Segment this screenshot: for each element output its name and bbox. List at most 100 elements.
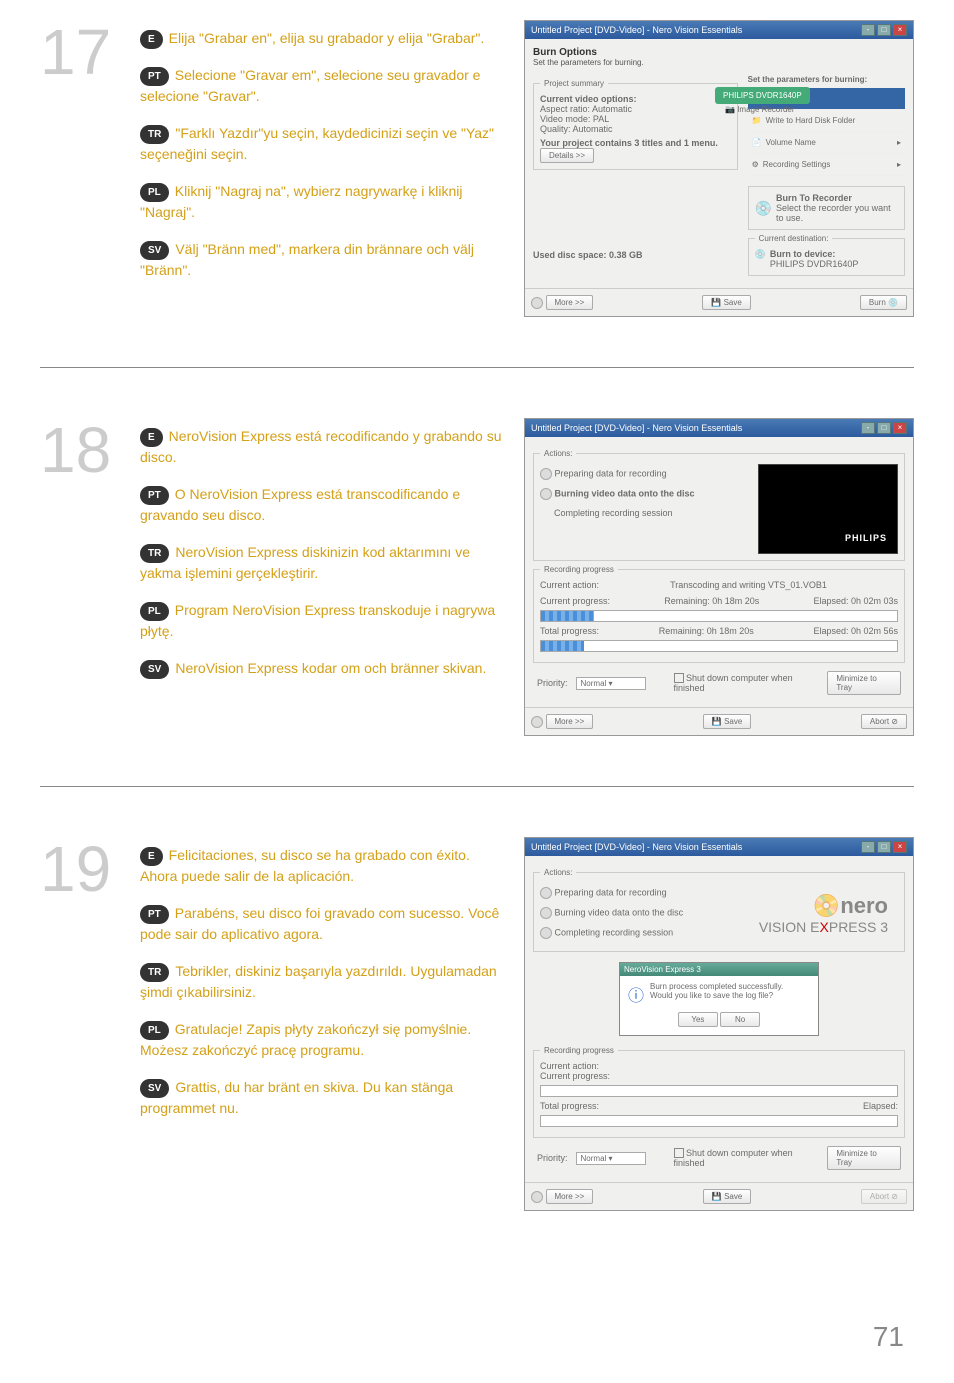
elapsed-label: Elapsed: — [863, 1101, 898, 1111]
priority-dropdown[interactable]: Normal ▾ — [576, 1152, 646, 1165]
maximize-button[interactable]: □ — [877, 841, 891, 853]
recorder-option-2[interactable]: 📷 Image Recorder — [725, 105, 795, 114]
step-number: 17 — [40, 20, 120, 84]
video-preview: PHILIPS — [758, 464, 898, 554]
save-button[interactable]: 💾 Save — [703, 1189, 751, 1204]
lang-text: Tebrikler, diskiniz başarıyla yazdırıldı… — [140, 963, 497, 1000]
lang-badge: E — [140, 428, 163, 447]
window-body: Actions: Preparing data for recording Bu… — [525, 437, 913, 707]
lang-e: ENeroVision Express está recodificando y… — [140, 426, 504, 468]
lang-badge: E — [140, 847, 163, 866]
maximize-button[interactable]: □ — [877, 24, 891, 36]
lang-text: Selecione "Gravar em", selecione seu gra… — [140, 67, 480, 104]
lang-e: EElija "Grabar en", elija su grabador y … — [140, 28, 504, 49]
shutdown-label: Shut down computer when finished — [674, 1148, 793, 1169]
total-progress-label: Total progress: — [540, 1101, 599, 1111]
lang-text: Program NeroVision Express transkoduje i… — [140, 602, 495, 639]
window-title: Untitled Project [DVD-Video] - Nero Visi… — [531, 423, 742, 433]
window-title: Untitled Project [DVD-Video] - Nero Visi… — [531, 842, 742, 852]
current-progress-label: Current progress: — [540, 1071, 898, 1081]
action-2: Burning video data onto the disc — [540, 903, 749, 923]
shutdown-checkbox[interactable] — [674, 673, 684, 683]
divider — [40, 786, 914, 787]
minimize-button[interactable]: - — [861, 422, 875, 434]
shutdown-checkbox[interactable] — [674, 1148, 684, 1158]
help-icon[interactable] — [531, 297, 543, 309]
titlebar-buttons: - □ × — [861, 422, 907, 434]
window-body: Burn Options Set the parameters for burn… — [525, 39, 913, 288]
save-button[interactable]: 💾 Save — [702, 295, 750, 310]
current-progress-bar — [540, 610, 898, 622]
quality: Quality: Automatic — [540, 124, 731, 134]
lang-pl: PLGratulacje! Zapis płyty zakończył się … — [140, 1019, 504, 1061]
status-icon — [540, 468, 552, 480]
minimize-button[interactable]: - — [861, 24, 875, 36]
lang-text: O NeroVision Express está transcodifican… — [140, 486, 460, 523]
priority-dropdown[interactable]: Normal ▾ — [576, 677, 646, 690]
lang-text: Grattis, du har bränt en skiva. Du kan s… — [140, 1079, 453, 1116]
lang-badge: TR — [140, 125, 169, 144]
info-icon: ⓘ — [628, 982, 644, 1006]
minimize-tray-button[interactable]: Minimize to Tray — [827, 1146, 901, 1170]
titlebar: Untitled Project [DVD-Video] - Nero Visi… — [525, 21, 913, 39]
success-dialog: NeroVision Express 3 ⓘ Burn process comp… — [619, 962, 819, 1036]
step-18: 18 ENeroVision Express está recodificand… — [0, 398, 954, 756]
lang-badge: PL — [140, 1021, 169, 1040]
lang-badge: E — [140, 30, 163, 49]
burn-button[interactable]: Burn 💿 — [860, 295, 907, 310]
status-icon — [540, 927, 552, 939]
help-icon[interactable] — [531, 1191, 543, 1203]
vision-express-text: VISION EXPRESS 3 — [759, 919, 888, 935]
device-name: PHILIPS DVDR1640P — [770, 259, 859, 269]
priority-label: Priority: — [537, 678, 568, 688]
aspect-ratio: Aspect ratio: Automatic — [540, 104, 731, 114]
lang-text: Felicitaciones, su disco se ha grabado c… — [140, 847, 470, 884]
lang-text: Parabéns, seu disco foi gravado com suce… — [140, 905, 499, 942]
recording-settings-item[interactable]: ⚙ Recording Settings ▸ — [748, 154, 905, 176]
help-icon[interactable] — [531, 716, 543, 728]
close-button[interactable]: × — [893, 24, 907, 36]
more-button[interactable]: More >> — [546, 714, 594, 729]
window-body: Actions: Preparing data for recording Bu… — [525, 856, 913, 1182]
nero-brand: 📀nero VISION EXPRESS 3 — [749, 883, 898, 945]
details-button[interactable]: Details >> — [540, 148, 594, 163]
lang-badge: PT — [140, 67, 169, 86]
save-button[interactable]: 💾 Save — [703, 714, 751, 729]
actions-legend: Actions: — [540, 868, 576, 877]
lang-text: NeroVision Express está recodificando y … — [140, 428, 502, 465]
minimize-button[interactable]: - — [861, 841, 875, 853]
burn-options-sub: Set the parameters for burning. — [533, 58, 905, 67]
current-video-options: Current video options: — [540, 94, 731, 104]
project-summary-legend: Project summary — [540, 79, 608, 88]
more-button[interactable]: More >> — [546, 1189, 594, 1204]
more-button[interactable]: More >> — [546, 295, 594, 310]
yes-button[interactable]: Yes — [678, 1012, 718, 1027]
lang-badge: SV — [140, 660, 169, 679]
close-button[interactable]: × — [893, 841, 907, 853]
current-action-label: Current action: — [540, 1061, 898, 1071]
lang-sv: SVVälj "Bränn med", markera din brännare… — [140, 239, 504, 281]
project-contains: Your project contains 3 titles and 1 men… — [540, 138, 731, 148]
nero-logo-text: 📀nero — [759, 893, 888, 919]
action-1: Preparing data for recording — [540, 464, 758, 484]
lang-badge: TR — [140, 963, 169, 982]
close-button[interactable]: × — [893, 422, 907, 434]
dialog-title: NeroVision Express 3 — [620, 963, 818, 976]
maximize-button[interactable]: □ — [877, 422, 891, 434]
window-title: Untitled Project [DVD-Video] - Nero Visi… — [531, 25, 742, 35]
lang-e: EFelicitaciones, su disco se ha grabado … — [140, 845, 504, 887]
total-progress-label: Total progress: — [540, 626, 599, 636]
window-footer: More >> 💾 Save Abort ⊘ — [525, 1182, 913, 1210]
abort-button[interactable]: Abort ⊘ — [861, 714, 907, 729]
volume-name-item[interactable]: 📄 Volume Name ▸ — [748, 132, 905, 154]
page-number: 71 — [873, 1321, 904, 1353]
lang-text: Kliknij "Nagraj na", wybierz nagrywarkę … — [140, 183, 463, 220]
recorder-option-1[interactable]: PHILIPS DVDR1640P — [715, 87, 810, 104]
lang-badge: SV — [140, 1079, 169, 1098]
philips-logo: PHILIPS — [845, 533, 887, 543]
minimize-tray-button[interactable]: Minimize to Tray — [827, 671, 901, 695]
no-button[interactable]: No — [720, 1012, 760, 1027]
status-icon — [540, 887, 552, 899]
screenshot-18: Untitled Project [DVD-Video] - Nero Visi… — [524, 418, 914, 736]
lang-text: "Farklı Yazdır"yu seçin, kaydedicinizi s… — [140, 125, 494, 162]
